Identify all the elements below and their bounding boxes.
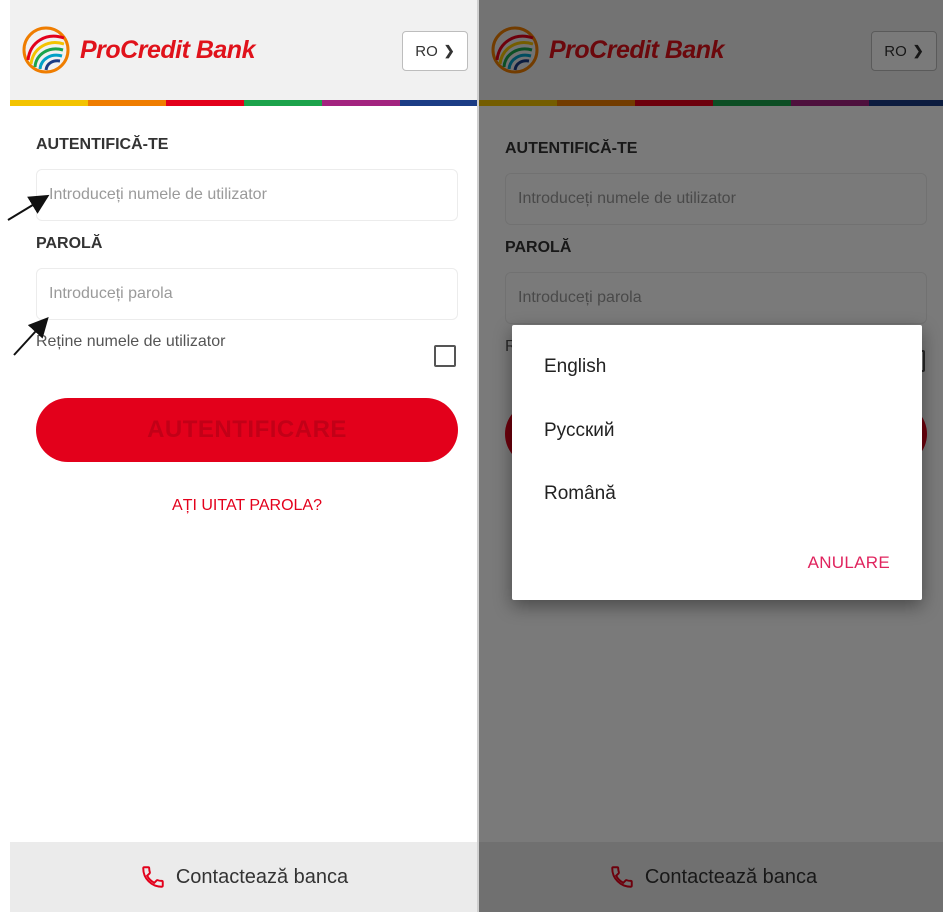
phone-icon [142, 866, 164, 888]
login-button[interactable]: AUTENTIFICARE [36, 398, 458, 462]
login-screen: ProCredit Bank RO ❯ AUTENTIFICĂ-TE PAROL… [10, 0, 478, 912]
remember-username-label: Reține numele de utilizator [36, 333, 226, 350]
contact-bank-label: Contactează banca [175, 865, 349, 888]
username-input[interactable] [36, 169, 458, 221]
language-selector-button[interactable]: RO ❯ [402, 31, 468, 71]
language-option-romanian[interactable]: Română [544, 483, 616, 505]
dialog-cancel-button[interactable]: ANULARE [808, 553, 890, 573]
brand-name: ProCredit Bank [80, 36, 255, 64]
remember-username-checkbox[interactable] [434, 345, 456, 367]
username-label: AUTENTIFICĂ-TE [36, 136, 169, 153]
password-input[interactable] [36, 268, 458, 320]
forgot-password-link[interactable]: AȚI UITAT PAROLA? [10, 497, 478, 515]
password-label: PAROLĂ [36, 235, 103, 252]
contact-bank-bar[interactable]: Contactează banca [10, 842, 478, 912]
login-screen-language-dialog: ProCredit Bank RO ❯ AUTENTIFICĂ-TE PAROL… [479, 0, 943, 912]
procredit-logo-icon [22, 26, 70, 74]
language-option-english[interactable]: English [544, 356, 606, 378]
language-dialog: English Русский Română ANULARE [512, 325, 922, 600]
app-header: ProCredit Bank RO ❯ [10, 0, 478, 100]
brand-stripe [10, 100, 478, 106]
language-code: RO [415, 42, 438, 60]
chevron-down-icon: ❯ [443, 43, 455, 58]
language-option-russian[interactable]: Русский [544, 420, 615, 442]
